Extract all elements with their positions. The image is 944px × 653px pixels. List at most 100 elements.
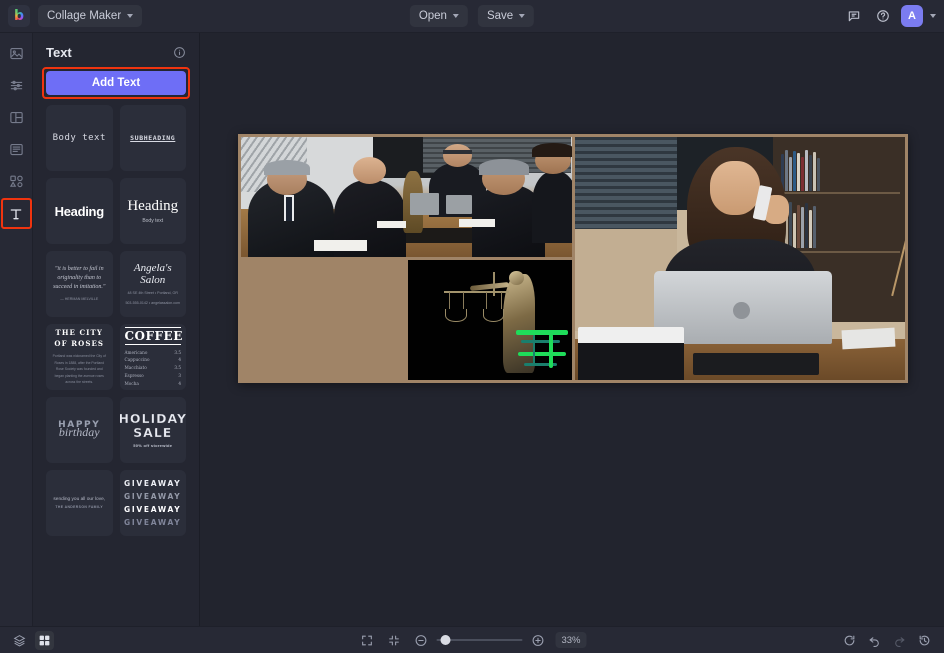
coffee-item: Espresso 3 — [125, 372, 182, 380]
fit-screen-icon — [362, 635, 372, 645]
reset-button[interactable] — [840, 631, 859, 650]
preset-label-line-4: GIVEAWAY — [124, 518, 182, 528]
avatar-initial: A — [908, 10, 916, 22]
preset-label: SUBHEADING — [130, 134, 176, 142]
rail-item-image[interactable] — [5, 42, 28, 65]
panel-header: Text — [33, 33, 199, 65]
coffee-item-name: Americano — [124, 349, 148, 355]
collage-cell-justice[interactable] — [407, 260, 572, 380]
preset-subheading[interactable]: SUBHEADING — [119, 105, 186, 171]
coffee-item: Mocha 4 — [125, 380, 182, 388]
account-chevron-down-icon[interactable] — [930, 14, 936, 18]
open-button[interactable]: Open — [409, 5, 468, 27]
sliders-icon — [10, 80, 22, 91]
preset-label: COFFEE — [124, 326, 183, 345]
photo-lady-justice — [407, 260, 572, 380]
preset-label: "it is better to fail in originality tha… — [53, 266, 106, 291]
add-text-button[interactable]: Add Text — [46, 71, 186, 95]
collage-canvas[interactable] — [238, 134, 908, 383]
zoom-slider-group — [411, 631, 547, 650]
layers-button[interactable] — [10, 631, 29, 650]
preset-label: sending you all our love, — [53, 497, 106, 502]
photo-woman-on-phone — [574, 137, 905, 380]
preset-city-of-roses[interactable]: THE CITY OF ROSES Portland was nicknamed… — [46, 324, 113, 390]
app-body: Text Add Text Body text SUBHEADING Headi… — [0, 33, 944, 626]
rail-item-elements[interactable] — [5, 170, 28, 193]
photo-office-meeting — [241, 137, 572, 257]
rail-item-text[interactable] — [0, 198, 32, 229]
save-button[interactable]: Save — [477, 5, 535, 27]
redo-icon — [895, 636, 905, 647]
refresh-icon — [844, 635, 855, 645]
coffee-item-name: Cappuccino — [124, 357, 150, 363]
coffee-item-price: 3 — [178, 372, 181, 378]
collage-cell-meeting[interactable] — [241, 137, 572, 257]
collage-cell-woman[interactable] — [574, 137, 905, 380]
app-root: b Collage Maker Open Save A Text Add Tex… — [0, 0, 944, 653]
preset-quote-script[interactable]: "it is better to fail in originality tha… — [46, 251, 113, 317]
preset-coffee-menu[interactable]: COFFEE Americano 3.5 Cappuccino 4 Macchi… — [119, 324, 186, 390]
zoom-level-value[interactable]: 33% — [555, 632, 587, 648]
zoom-out-button[interactable] — [411, 631, 430, 650]
preset-label: THE CITY OF ROSES — [54, 328, 105, 348]
coffee-item: Americano 3.5 — [125, 349, 182, 357]
text-icon — [10, 208, 22, 219]
bottombar-right-group — [840, 631, 934, 650]
top-toolbar: b Collage Maker Open Save A — [0, 0, 944, 33]
preset-sublabel: birthday — [58, 425, 100, 439]
preset-sublabel: — HERMAN MELVILLE — [60, 297, 99, 302]
topbar-center-group: Open Save — [409, 5, 535, 27]
preset-sublabel-2: 503-555-0142 • angelassalon.com — [125, 301, 181, 305]
coffee-item-price: 3.5 — [174, 349, 181, 355]
preset-label-line-2: GIVEAWAY — [124, 491, 182, 501]
preset-happy-birthday[interactable]: HAPPY birthday — [46, 397, 113, 463]
preset-label: Angela's Salon — [133, 261, 172, 286]
panel-info-button[interactable] — [173, 46, 186, 59]
rail-item-layers[interactable] — [5, 138, 28, 161]
canvas-area[interactable] — [200, 33, 944, 626]
feedback-button[interactable] — [843, 5, 865, 27]
preset-salon-script[interactable]: Angela's Salon 48 SE 4th Street • Portla… — [119, 251, 186, 317]
preset-label-line-3: GIVEAWAY — [124, 505, 182, 514]
fullscreen-button[interactable] — [384, 631, 403, 650]
minus-circle-icon — [415, 634, 427, 646]
preset-sending-love[interactable]: sending you all our love, THE ANDERSON F… — [46, 470, 113, 536]
layers-icon — [13, 634, 26, 646]
history-button[interactable] — [915, 631, 934, 650]
preset-sublabel: 50% off storewide — [133, 442, 173, 448]
rail-item-adjust[interactable] — [5, 74, 28, 97]
preset-body-text[interactable]: Body text — [46, 105, 113, 171]
collage-cell-empty[interactable] — [241, 260, 405, 380]
save-button-label: Save — [486, 10, 514, 22]
zoom-slider-knob[interactable] — [440, 635, 451, 645]
panel-title: Text — [46, 45, 72, 60]
chat-icon — [848, 11, 860, 22]
coffee-item: Macchiato 3.5 — [125, 364, 182, 372]
zoom-in-button[interactable] — [528, 631, 547, 650]
list-icon — [9, 143, 23, 156]
preset-heading-bold[interactable]: Heading — [46, 178, 113, 244]
coffee-item-list: Americano 3.5 Cappuccino 4 Macchiato 3.5 — [125, 349, 182, 388]
user-avatar[interactable]: A — [901, 5, 923, 27]
image-icon — [9, 47, 23, 60]
document-name-chip[interactable]: Collage Maker — [38, 5, 143, 27]
app-logo[interactable]: b — [8, 5, 30, 27]
preset-holiday-sale[interactable]: HOLIDAY SALE 50% off storewide — [119, 397, 187, 463]
layout-icon — [9, 111, 23, 124]
preset-label: HOLIDAY SALE — [119, 411, 187, 440]
preset-heading-serif[interactable]: Heading Body text — [119, 178, 186, 244]
coffee-item: Cappuccino 4 — [125, 356, 182, 364]
grid-button[interactable] — [35, 630, 54, 650]
preset-giveaway[interactable]: GIVEAWAY GIVEAWAY GIVEAWAY GIVEAWAY — [119, 470, 186, 536]
undo-button[interactable] — [865, 631, 884, 650]
zoom-slider[interactable] — [436, 635, 523, 645]
help-button[interactable] — [872, 5, 894, 27]
redo-button[interactable] — [890, 631, 909, 650]
logo-glyph: b — [13, 8, 25, 24]
fit-to-screen-button[interactable] — [357, 631, 376, 650]
rail-item-layout[interactable] — [5, 106, 28, 129]
chevron-down-icon — [519, 14, 526, 18]
text-preset-grid: Body text SUBHEADING Heading Heading Bod… — [33, 105, 199, 548]
preset-label: Heading — [127, 198, 179, 214]
undo-icon — [869, 636, 879, 647]
